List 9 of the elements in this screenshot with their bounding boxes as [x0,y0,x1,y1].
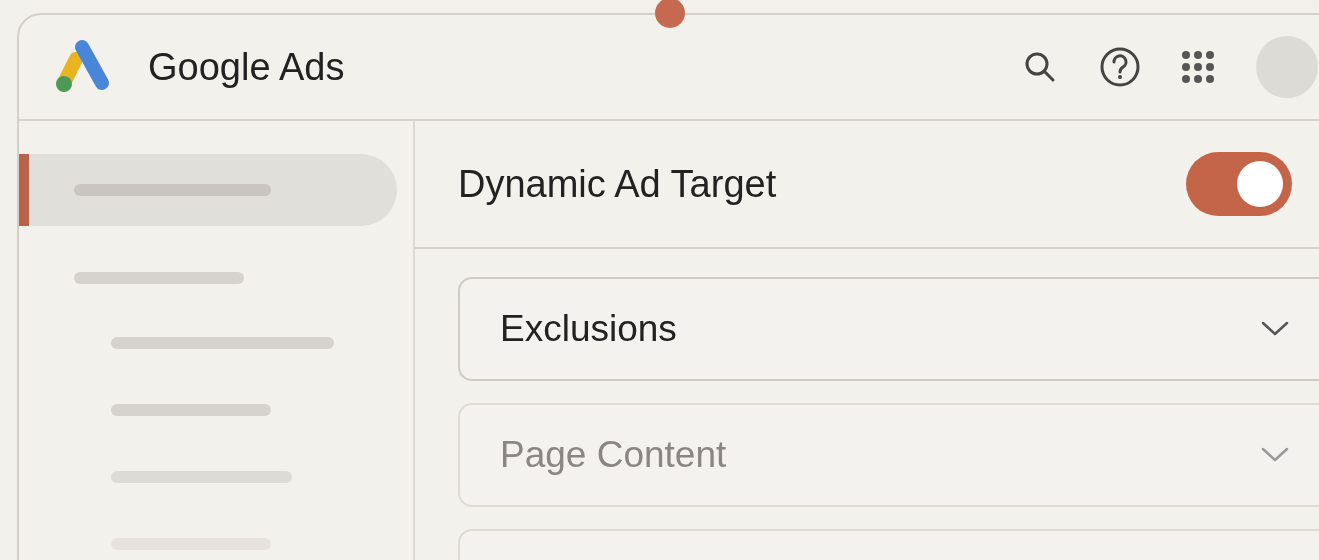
panel-title: Dynamic Ad Target [458,162,778,206]
sidebar-item[interactable] [19,154,397,226]
chevron-down-icon [1261,447,1289,463]
apps-grid-icon[interactable] [1180,49,1216,85]
chevron-down-icon [1261,321,1289,337]
help-icon[interactable] [1098,45,1142,89]
section-dropdown[interactable]: Exclusions [458,277,1319,381]
indicator-dot [655,0,685,28]
app-title: Google Ads [148,45,345,89]
